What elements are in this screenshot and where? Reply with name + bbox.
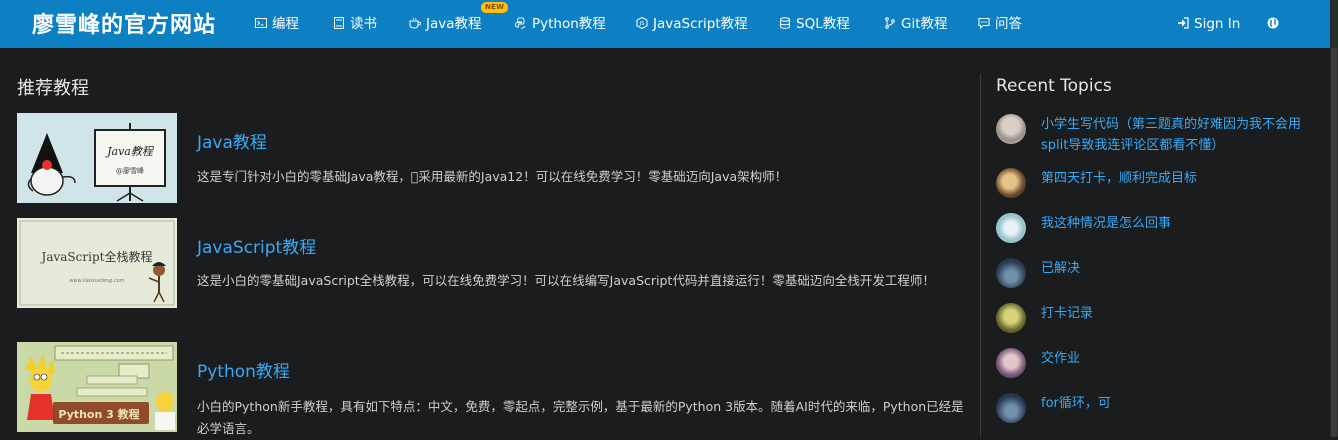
site-brand-link[interactable]: 廖雪峰的官方网站 xyxy=(32,7,216,39)
topic-item: for循环，可 xyxy=(996,393,1316,423)
topic-item: 打卡记录 xyxy=(996,303,1316,333)
python-icon xyxy=(515,17,525,29)
nav-qa[interactable]: 问答 xyxy=(978,0,1022,48)
javascript-thumbnail-illustration: JavaScript全栈教程 www.liaoxuefeng.com xyxy=(17,218,177,308)
java-thumb-caption: Java教程 xyxy=(105,145,155,158)
nav-java-label: Java教程 xyxy=(426,16,482,32)
avatar[interactable] xyxy=(996,213,1026,243)
topic-link[interactable]: 交作业 xyxy=(1041,348,1311,369)
nav-books[interactable]: 读书 xyxy=(333,0,377,48)
javascript-thumb-caption: JavaScript全栈教程 xyxy=(40,249,153,264)
sign-in-button[interactable]: Sign In xyxy=(1177,0,1240,48)
java-thumbnail-illustration: Java教程 @廖雪峰 xyxy=(17,113,177,203)
globe-icon xyxy=(1267,17,1279,29)
course-card-python: Python 3 教程 Python教程 小白的Python新手教程，具有如下特… xyxy=(17,342,967,437)
sign-in-icon xyxy=(1178,17,1189,29)
topic-item: 小学生写代码（第三题真的好难因为我不会用split导致我连评论区都看不懂） xyxy=(996,114,1316,158)
topic-item: 第四天打卡，顺利完成目标 xyxy=(996,168,1316,198)
avatar[interactable] xyxy=(996,348,1026,378)
course-card-java: Java教程 @廖雪峰 Java教程 这是专门针对小白的零基础Java教程， 采… xyxy=(17,113,967,205)
database-icon xyxy=(780,17,790,29)
nav-sql-label: SQL教程 xyxy=(796,16,850,32)
topic-link[interactable]: 已解决 xyxy=(1041,258,1311,279)
sidebar-title: Recent Topics xyxy=(996,76,1112,96)
javascript-icon: JS xyxy=(636,17,648,29)
java-thumb-author: @廖雪峰 xyxy=(116,166,144,175)
nav-javascript-label: JavaScript教程 xyxy=(653,16,748,32)
python-thumb-caption: Python 3 教程 xyxy=(58,407,139,421)
avatar[interactable] xyxy=(996,258,1026,288)
topic-item: 已解决 xyxy=(996,258,1316,288)
avatar[interactable] xyxy=(996,393,1026,423)
nav-programming[interactable]: 编程 xyxy=(255,0,299,48)
avatar[interactable] xyxy=(996,114,1026,144)
course-desc-java: 这是专门针对小白的零基础Java教程， 采用最新的Java12！可以在线免费学习… xyxy=(197,169,788,184)
course-thumbnail-java[interactable]: Java教程 @廖雪峰 xyxy=(17,113,177,203)
topic-item: 我这种情况是怎么回事 xyxy=(996,213,1316,243)
course-desc-python: 小白的Python新手教程，具有如下特点：中文，免费，零起点，完整示例，基于最新… xyxy=(197,399,964,436)
course-title-python[interactable]: Python教程 xyxy=(197,357,290,382)
avatar[interactable] xyxy=(996,303,1026,333)
topic-item: 交作业 xyxy=(996,348,1316,378)
chat-icon xyxy=(978,18,990,29)
topic-link[interactable]: 小学生写代码（第三题真的好难因为我不会用split导致我连评论区都看不懂） xyxy=(1041,114,1311,156)
course-title-java[interactable]: Java教程 xyxy=(197,128,267,153)
section-title: 推荐教程 xyxy=(17,78,89,99)
topic-link[interactable]: for循环，可 xyxy=(1041,393,1311,414)
python-thumbnail-illustration: Python 3 教程 xyxy=(17,342,177,432)
nav-sql[interactable]: SQL教程 xyxy=(779,0,850,48)
page-scrollbar[interactable] xyxy=(1330,0,1338,437)
nav-python-label: Python教程 xyxy=(532,16,606,32)
topic-link[interactable]: 第四天打卡，顺利完成目标 xyxy=(1041,168,1311,189)
nav-javascript[interactable]: JS JavaScript教程 xyxy=(636,0,748,48)
topic-link[interactable]: 我这种情况是怎么回事 xyxy=(1041,213,1311,234)
course-desc-javascript: 这是小白的零基础JavaScript全栈教程，可以在线免费学习！可以在线编写Ja… xyxy=(197,273,935,288)
nav-git-label: Git教程 xyxy=(901,16,948,32)
sign-in-label: Sign In xyxy=(1194,16,1241,32)
language-globe-button[interactable] xyxy=(1267,0,1284,48)
nav-programming-label: 编程 xyxy=(272,16,299,32)
book-icon xyxy=(334,17,344,29)
nav-python[interactable]: Python教程 xyxy=(515,0,606,48)
nav-books-label: 读书 xyxy=(350,16,377,32)
avatar[interactable] xyxy=(996,168,1026,198)
scrollbar-thumb[interactable] xyxy=(1331,48,1337,437)
coffee-icon xyxy=(409,17,421,29)
topic-link[interactable]: 打卡记录 xyxy=(1041,303,1311,324)
svg-text:JS: JS xyxy=(639,21,645,27)
course-thumbnail-python[interactable]: Python 3 教程 xyxy=(17,342,177,432)
javascript-thumb-url: www.liaoxuefeng.com xyxy=(69,278,124,284)
git-branch-icon xyxy=(885,17,895,29)
course-title-javascript[interactable]: JavaScript教程 xyxy=(197,233,316,258)
top-navbar: 廖雪峰的官方网站 编程 读书 Java教程 NEW Python教程 JS Jav… xyxy=(0,0,1330,48)
new-badge: NEW xyxy=(481,2,509,13)
nav-git[interactable]: Git教程 xyxy=(884,0,948,48)
course-card-javascript: JavaScript全栈教程 www.liaoxuefeng.com JavaS… xyxy=(17,218,967,328)
nav-qa-label: 问答 xyxy=(995,16,1022,32)
sidebar-divider xyxy=(980,74,981,437)
terminal-icon xyxy=(255,18,267,28)
nav-java[interactable]: Java教程 xyxy=(409,0,482,48)
course-thumbnail-javascript[interactable]: JavaScript全栈教程 www.liaoxuefeng.com xyxy=(17,218,177,308)
